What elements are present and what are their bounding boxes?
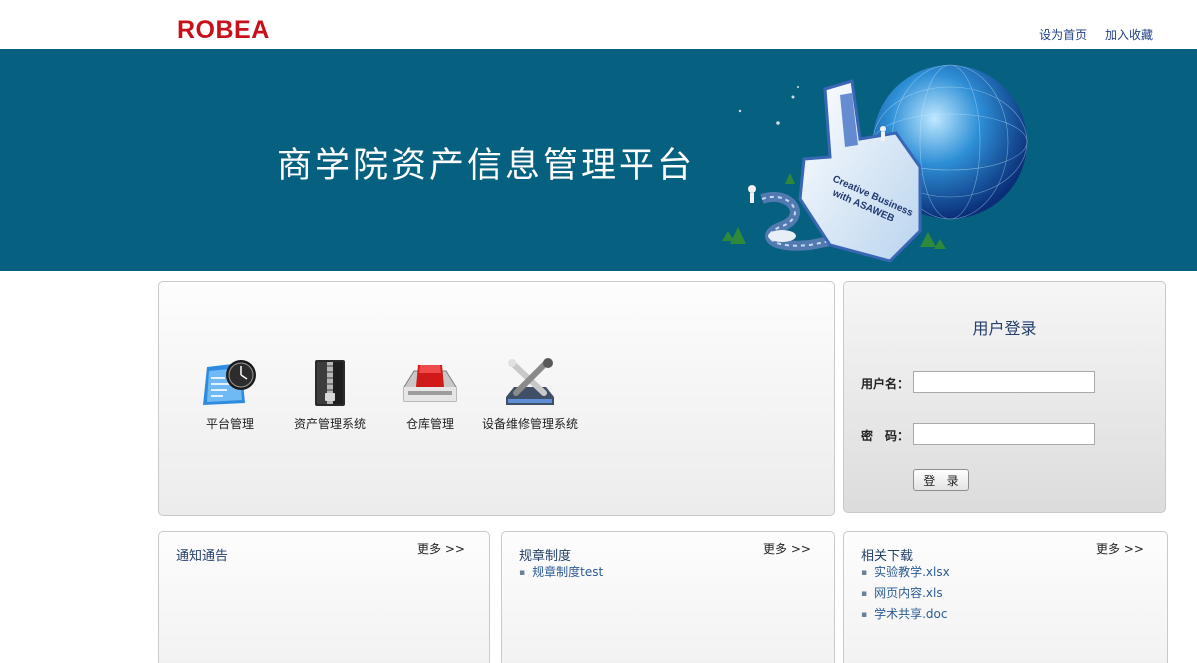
more-link[interactable]: 更多 >>	[1096, 540, 1144, 557]
app-label: 设备维修管理系统	[481, 417, 578, 431]
list-item[interactable]: 实验教学.xlsx	[861, 565, 950, 586]
logo: ROBEA	[177, 16, 270, 44]
app-platform-management[interactable]: 平台管理	[175, 357, 285, 432]
set-homepage-link[interactable]: 设为首页	[1039, 28, 1087, 42]
list-item[interactable]: 学术共享.doc	[861, 607, 950, 628]
more-link[interactable]: 更多 >>	[763, 540, 811, 557]
globe-hand-illustration: Creative Business with ASAWEB	[722, 64, 1028, 263]
notice-panel: 通知通告 更多 >>	[158, 531, 490, 663]
tools-icon	[506, 358, 554, 405]
login-button[interactable]: 登 录	[913, 469, 969, 491]
login-title: 用户登录	[972, 319, 1037, 338]
app-label: 平台管理	[205, 417, 254, 431]
banner-title: 商学院资产信息管理平台	[277, 146, 696, 186]
login-panel: 用户登录 用户名： 密 码： 登 录	[843, 281, 1166, 513]
username-input[interactable]	[913, 371, 1095, 393]
clock-calendar-icon	[203, 360, 256, 405]
app-equipment-repair[interactable]: 设备维修管理系统	[475, 357, 585, 432]
add-favorite-link[interactable]: 加入收藏	[1105, 28, 1153, 42]
app-label: 仓库管理	[405, 417, 454, 431]
warehouse-tray-icon	[403, 365, 457, 402]
app-asset-management[interactable]: 资产管理系统	[275, 357, 385, 432]
password-label: 密 码：	[861, 429, 910, 443]
banner: 商学院资产信息管理平台 Creative Business with ASAWE…	[0, 49, 1197, 271]
app-warehouse-management[interactable]: 仓库管理	[375, 357, 485, 432]
section-title: 相关下载	[861, 549, 914, 564]
regulations-list: 规章制度test	[519, 565, 603, 586]
page: ROBEA 设为首页 加入收藏 商学院资产信息管理平台 Creative Bus…	[0, 0, 1197, 663]
archive-zip-icon	[315, 360, 345, 406]
app-label: 资产管理系统	[293, 417, 366, 431]
password-input[interactable]	[913, 423, 1095, 445]
section-title: 规章制度	[519, 549, 572, 564]
list-item[interactable]: 网页内容.xls	[861, 586, 950, 607]
top-links: 设为首页 加入收藏	[1025, 26, 1153, 43]
apps-panel: 平台管理 资产管理系统 仓库管理 设备维修管理系统	[158, 281, 835, 516]
section-title: 通知通告	[176, 549, 229, 564]
downloads-panel: 相关下载 更多 >> 实验教学.xlsx 网页内容.xls 学术共享.doc	[843, 531, 1168, 663]
more-link[interactable]: 更多 >>	[417, 540, 465, 557]
list-item[interactable]: 规章制度test	[519, 565, 603, 586]
username-label: 用户名：	[861, 377, 910, 391]
regulations-panel: 规章制度 更多 >> 规章制度test	[501, 531, 835, 663]
downloads-list: 实验教学.xlsx 网页内容.xls 学术共享.doc	[861, 565, 950, 628]
